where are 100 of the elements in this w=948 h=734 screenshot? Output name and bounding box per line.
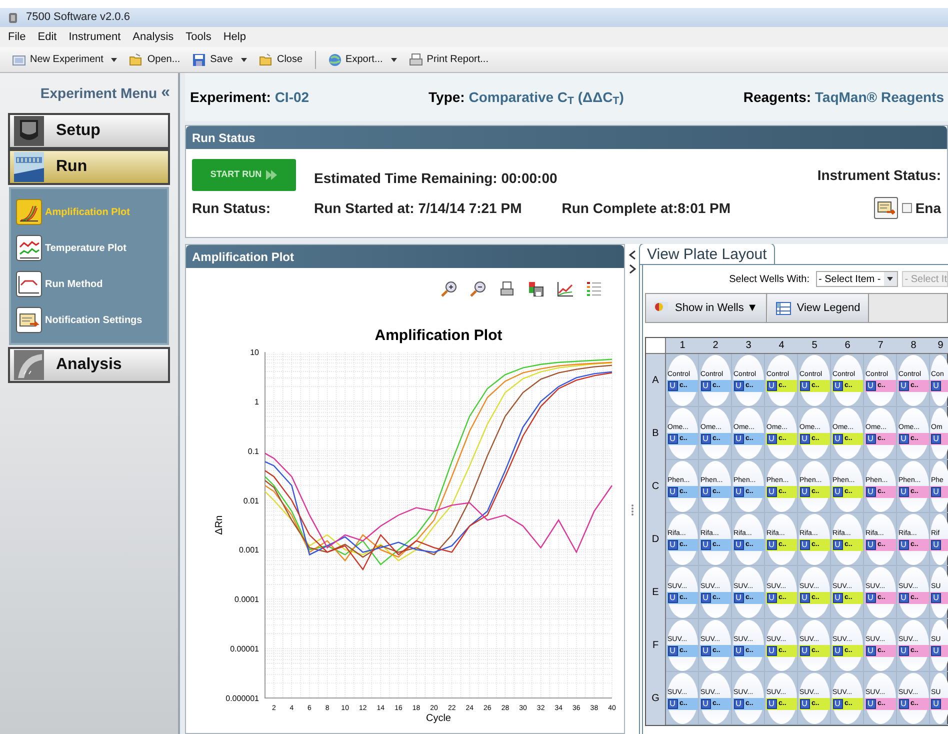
target-badge: U bbox=[931, 592, 941, 602]
menu-item[interactable]: Analysis bbox=[132, 28, 174, 46]
target-badge: U bbox=[734, 646, 744, 656]
tab[interactable]: View Plate Layout bbox=[639, 244, 775, 264]
target-badge: U bbox=[832, 540, 842, 550]
folder-icon bbox=[258, 52, 273, 66]
toolbar-button[interactable]: Close bbox=[254, 50, 307, 70]
corner-cell bbox=[646, 338, 666, 354]
dropdown[interactable]: - Select Item - bbox=[816, 271, 898, 287]
column-header: 3 bbox=[732, 338, 765, 354]
axis-tick-label: 0.00001 bbox=[230, 644, 259, 654]
target-badge: U bbox=[866, 434, 876, 444]
toolbar-button[interactable]: Print Report... bbox=[404, 50, 492, 70]
column-header: 4 bbox=[765, 338, 798, 354]
target-badge: U bbox=[700, 698, 710, 708]
target-badge: U bbox=[766, 486, 776, 496]
run-status-label: Run Status: bbox=[192, 198, 272, 218]
toolbar-button[interactable]: Save bbox=[188, 50, 251, 70]
globe-icon bbox=[328, 52, 342, 66]
panel-title: Amplification Plot bbox=[192, 248, 294, 266]
target-badge: U bbox=[700, 592, 710, 602]
experiment-field: Reagents: TaqMan® Reagents bbox=[743, 86, 944, 108]
target-badge: U bbox=[898, 486, 908, 496]
folder-icon bbox=[129, 52, 144, 66]
target-badge: U bbox=[734, 592, 744, 602]
toolbar-button[interactable]: View Legend bbox=[768, 294, 870, 322]
axis-tick-label: 10 bbox=[250, 348, 259, 357]
sidebar-section[interactable]: Setup bbox=[8, 113, 170, 149]
target-badge: U bbox=[898, 380, 908, 390]
target-badge: U bbox=[898, 646, 908, 656]
target-badge: U bbox=[898, 592, 908, 602]
target-badge: U bbox=[734, 486, 744, 496]
estimated-time: Estimated Time Remaining: 00:00:00 bbox=[314, 168, 558, 188]
target-badge: U bbox=[866, 592, 876, 602]
target-badge: U bbox=[734, 434, 744, 444]
menu-item[interactable]: Tools bbox=[186, 28, 212, 46]
profile-chart-icon bbox=[17, 273, 41, 295]
toolbar-button[interactable]: Open... bbox=[125, 50, 184, 70]
target-badge: U bbox=[800, 540, 810, 550]
target-badge: U bbox=[766, 592, 776, 602]
experiment-field: Experiment: CI-02 bbox=[190, 86, 310, 108]
checkbox-label: Ena bbox=[915, 198, 941, 218]
axis-tick-label: 0.01 bbox=[243, 496, 259, 506]
target-badge: U bbox=[931, 698, 941, 708]
line-chart-icon bbox=[557, 281, 573, 297]
menu-item[interactable]: Instrument bbox=[68, 28, 121, 46]
target-badge: U bbox=[766, 540, 776, 550]
toolbar-button[interactable]: Export... bbox=[324, 50, 401, 70]
sidebar-section[interactable]: Analysis bbox=[8, 347, 170, 383]
target-badge: U bbox=[832, 646, 842, 656]
splitter-grip-icon bbox=[630, 504, 634, 516]
target-badge: U bbox=[668, 486, 678, 496]
target-badge: U bbox=[766, 380, 776, 390]
sidebar-title: Experiment Menu bbox=[40, 84, 158, 103]
target-badge: U bbox=[668, 380, 678, 390]
target-badge: U bbox=[734, 698, 744, 708]
floppy-disk-icon bbox=[528, 281, 544, 297]
collapse-button[interactable]: « bbox=[161, 81, 170, 105]
instrument-status: Instrument Status: bbox=[817, 166, 941, 184]
axis-tick-label: 0.1 bbox=[248, 446, 259, 456]
column-header: 9 bbox=[930, 338, 948, 354]
checkbox[interactable] bbox=[902, 203, 912, 213]
row-header: A bbox=[646, 354, 666, 407]
printer-icon bbox=[408, 52, 423, 66]
column-header: 7 bbox=[864, 338, 897, 354]
chevron-left-icon bbox=[628, 250, 636, 260]
caret-icon bbox=[887, 277, 894, 281]
chevron-right-icon bbox=[628, 264, 636, 274]
menu-item[interactable]: Help bbox=[223, 28, 246, 46]
window-title: 7500 Software v2.0.6 bbox=[26, 10, 130, 26]
row-header: F bbox=[646, 619, 666, 672]
target-badge: U bbox=[931, 486, 941, 496]
row-header: C bbox=[646, 460, 666, 513]
run-complete: Run Complete at:8:01 PM bbox=[562, 198, 731, 218]
sidebar-section[interactable]: Run bbox=[8, 149, 170, 185]
toolbar-button[interactable]: Show in Wells ▼ bbox=[646, 294, 767, 322]
row-header: D bbox=[646, 513, 666, 566]
chart-title: Amplification Plot bbox=[374, 327, 502, 344]
experiment-field: Type: Comparative C$_{T}$ (ΔΔC$_{T}$) bbox=[428, 86, 624, 108]
caret-icon bbox=[111, 58, 118, 62]
legend-list-icon bbox=[586, 281, 602, 297]
zoom-in-icon bbox=[441, 281, 457, 297]
document-icon bbox=[12, 52, 26, 66]
row-header: B bbox=[646, 407, 666, 460]
column-header: 8 bbox=[897, 338, 930, 354]
target-badge: U bbox=[832, 486, 842, 496]
menu-item[interactable]: File bbox=[8, 28, 26, 46]
target-badge: U bbox=[931, 540, 941, 550]
notification-button[interactable] bbox=[874, 197, 898, 219]
axis-tick-label: 0.001 bbox=[238, 546, 259, 555]
column-header: 2 bbox=[699, 338, 732, 354]
target-badge: U bbox=[898, 434, 908, 444]
target-badge: U bbox=[866, 486, 876, 496]
caret-icon bbox=[240, 58, 247, 62]
target-badge: U bbox=[866, 646, 876, 656]
axis-tick-label: 1 bbox=[254, 397, 259, 406]
toolbar-button[interactable]: New Experiment bbox=[8, 50, 122, 70]
target-badge: U bbox=[866, 540, 876, 550]
target-badge: U bbox=[866, 380, 876, 390]
menu-item[interactable]: Edit bbox=[38, 28, 57, 46]
